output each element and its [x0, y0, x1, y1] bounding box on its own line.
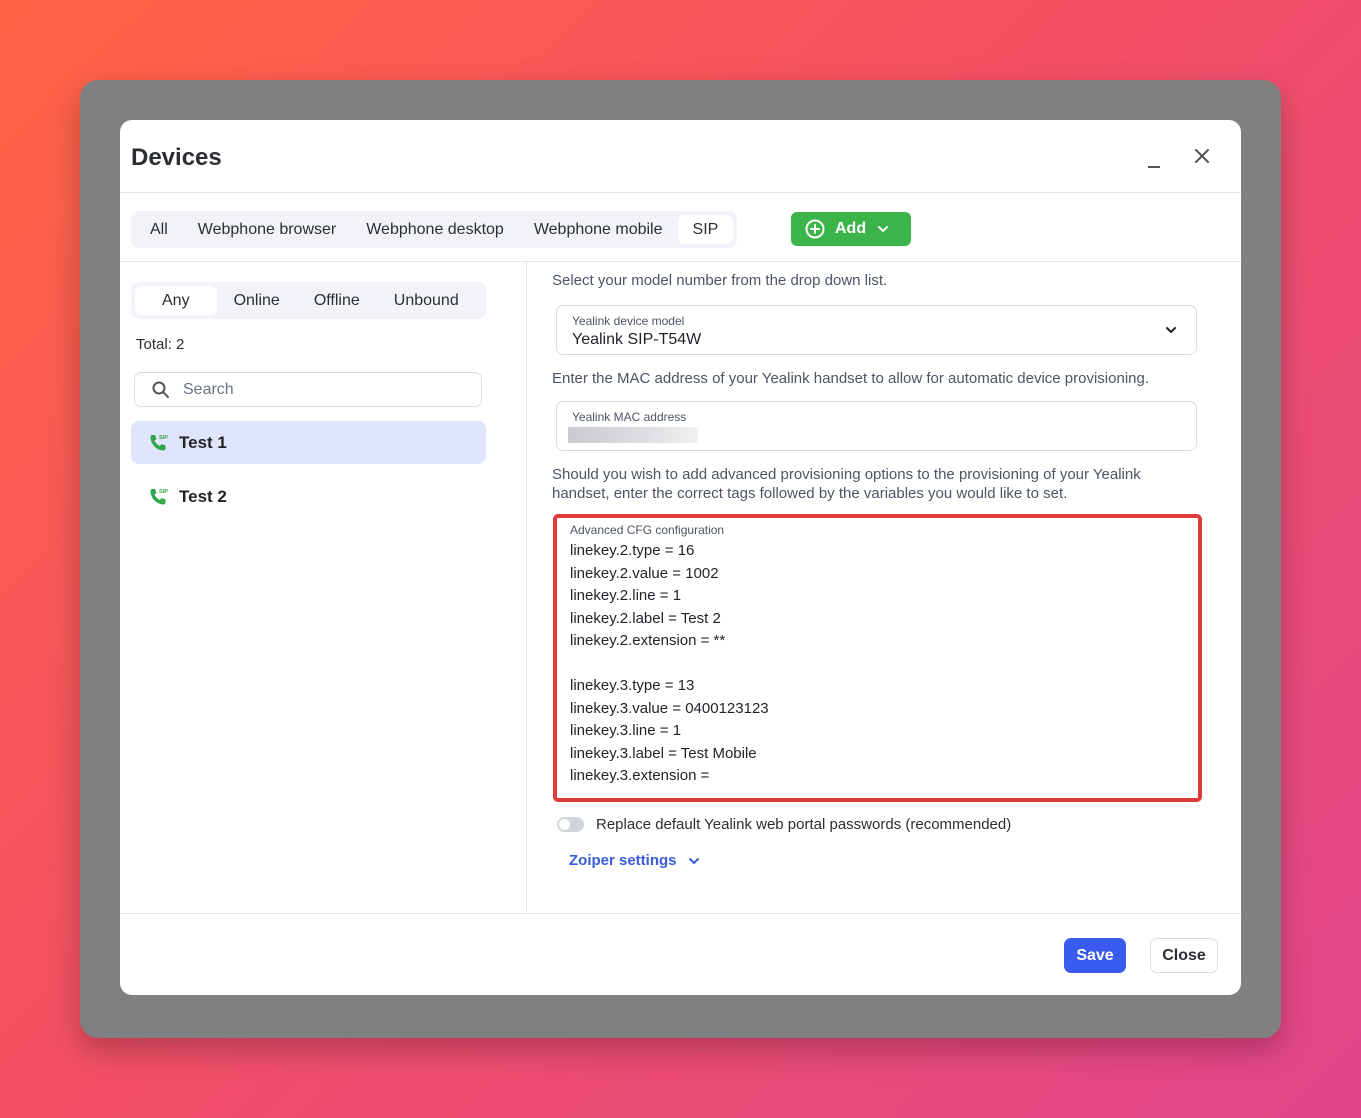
device-list-pane: Any Online Offline Unbound Total: 2 SIP …	[120, 262, 527, 913]
chevron-down-icon	[1166, 327, 1176, 333]
model-select-value: Yealink SIP-T54W	[572, 331, 702, 348]
plus-circle-icon	[805, 219, 825, 239]
device-total-count: Total: 2	[136, 336, 185, 353]
search-icon	[152, 381, 169, 398]
device-item-label: Test 1	[179, 432, 227, 452]
mac-address-label: Yealink MAC address	[572, 410, 687, 424]
model-select-label: Yealink device model	[572, 314, 685, 328]
device-type-tabs: All Webphone browser Webphone desktop We…	[131, 211, 738, 248]
advanced-hint-line1: Should you wish to add advanced provisio…	[552, 466, 1141, 483]
zoiper-settings-toggle[interactable]: Zoiper settings	[569, 852, 701, 869]
status-filter-offline[interactable]: Offline	[297, 286, 377, 315]
mac-hint: Enter the MAC address of your Yealink ha…	[552, 370, 1149, 387]
model-select[interactable]: Yealink device model Yealink SIP-T54W	[556, 305, 1197, 355]
replace-passwords-row: Replace default Yealink web portal passw…	[557, 816, 1011, 833]
device-item-test-2[interactable]: SIP Test 2	[131, 475, 486, 518]
close-button[interactable]: Close	[1150, 938, 1218, 973]
device-config-pane: Select your model number from the drop d…	[527, 262, 1241, 913]
sip-phone-icon: SIP	[150, 488, 168, 504]
dialog-footer: Save Close	[120, 913, 1241, 995]
sip-phone-icon: SIP	[150, 434, 168, 450]
status-filter-unbound[interactable]: Unbound	[377, 286, 476, 315]
mac-address-redacted	[568, 427, 698, 443]
model-hint: Select your model number from the drop d…	[552, 272, 888, 289]
add-button-label: Add	[835, 220, 867, 237]
add-button[interactable]: Add	[791, 212, 911, 246]
svg-text:SIP: SIP	[159, 435, 168, 441]
devices-dialog: Devices All Webphone browser Webphone de…	[120, 120, 1241, 995]
device-type-tabbar: All Webphone browser Webphone desktop We…	[120, 193, 1241, 262]
chevron-down-icon	[878, 226, 889, 232]
minimize-button[interactable]	[1146, 146, 1164, 170]
tab-webphone-desktop[interactable]: Webphone desktop	[351, 215, 519, 244]
dialog-title: Devices	[131, 144, 222, 171]
dialog-header: Devices	[120, 120, 1241, 193]
replace-passwords-toggle[interactable]	[557, 817, 584, 832]
tab-webphone-mobile[interactable]: Webphone mobile	[519, 215, 678, 244]
svg-text:SIP: SIP	[159, 489, 168, 495]
mac-address-field[interactable]: Yealink MAC address	[556, 401, 1197, 451]
tab-sip[interactable]: SIP	[677, 215, 734, 244]
advanced-cfg-field: Advanced CFG configuration linekey.2.typ…	[553, 514, 1202, 802]
tab-all[interactable]: All	[135, 215, 183, 244]
search-box	[134, 372, 482, 407]
status-filter: Any Online Offline Unbound	[131, 282, 486, 319]
tab-webphone-browser[interactable]: Webphone browser	[183, 215, 351, 244]
status-filter-any[interactable]: Any	[135, 286, 217, 315]
device-item-test-1[interactable]: SIP Test 1	[131, 421, 486, 464]
device-item-label: Test 2	[179, 486, 227, 506]
replace-passwords-label: Replace default Yealink web portal passw…	[596, 816, 1012, 833]
advanced-hint-line2: handset, enter the correct tags followed…	[552, 485, 1068, 502]
search-input[interactable]	[183, 380, 463, 399]
save-button[interactable]: Save	[1064, 938, 1126, 973]
chevron-down-icon	[688, 857, 699, 864]
zoiper-settings-label: Zoiper settings	[569, 852, 677, 869]
status-filter-online[interactable]: Online	[217, 286, 297, 315]
close-icon[interactable]	[1190, 144, 1214, 168]
advanced-cfg-label: Advanced CFG configuration	[570, 523, 725, 537]
advanced-cfg-textarea[interactable]: linekey.2.type = 16 linekey.2.value = 10…	[570, 540, 1170, 790]
